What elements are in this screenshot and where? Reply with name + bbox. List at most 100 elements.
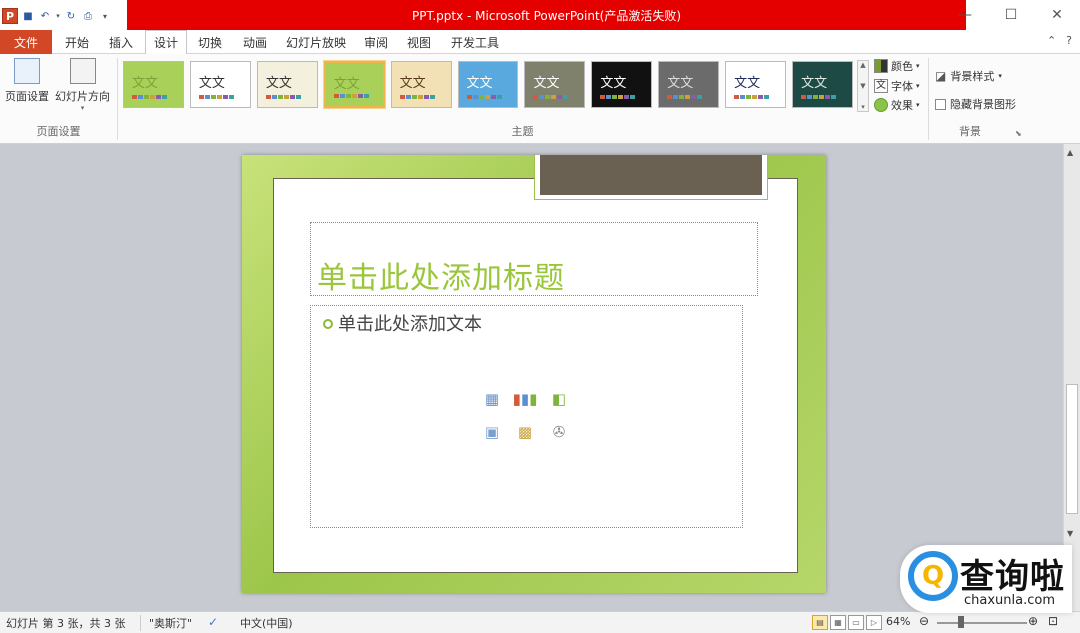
- hide-background-label: 隐藏背景图形: [950, 98, 1016, 111]
- tab-design[interactable]: 设计: [145, 30, 187, 55]
- theme-sample-text: 文文: [333, 77, 360, 92]
- theme-thumbnail-0[interactable]: 文文: [123, 61, 184, 108]
- scroll-down-icon[interactable]: ▼: [1067, 529, 1073, 538]
- hide-background-checkbox[interactable]: 隐藏背景图形: [935, 96, 1016, 112]
- ribbon-controls: ⌃ ?: [1047, 34, 1072, 47]
- media-icon[interactable]: ✇: [548, 421, 570, 443]
- zoom-slider[interactable]: [937, 622, 1027, 624]
- redo-icon[interactable]: ↻: [64, 9, 78, 23]
- tab-view[interactable]: 视图: [400, 30, 438, 54]
- minimize-icon[interactable]: —: [942, 0, 988, 30]
- zoom-in-icon[interactable]: ⊕: [1028, 614, 1038, 628]
- theme-thumbnail-10[interactable]: 文文: [792, 61, 853, 108]
- content-placeholder[interactable]: 单击此处添加文本 ▦ ▮ ▮ ▮ ◧ ▣ ▩ ✇: [310, 305, 743, 528]
- theme-color-strip: [466, 95, 502, 99]
- help-icon[interactable]: ?: [1066, 34, 1072, 47]
- powerpoint-logo-icon[interactable]: P: [2, 8, 18, 24]
- theme-effects-button[interactable]: 效果 ▾: [874, 97, 920, 113]
- status-bar: 幻灯片 第 3 张，共 3 张 "奥斯汀" ✓ 中文(中国) ▤ ▦ ▭ ▷ 6…: [0, 611, 1080, 633]
- theme-thumbnail-8[interactable]: 文文: [658, 61, 720, 108]
- bullet-icon: [323, 319, 333, 329]
- fonts-label: 字体: [891, 80, 913, 93]
- reading-view-icon[interactable]: ▭: [848, 615, 864, 630]
- background-styles-button[interactable]: ◪ 背景样式 ▾: [935, 68, 1002, 84]
- theme-thumbnail-9[interactable]: 文文: [725, 61, 787, 108]
- tab-file[interactable]: 文件: [0, 30, 52, 54]
- theme-thumbnail-5[interactable]: 文文: [457, 61, 519, 108]
- theme-thumbnail-7[interactable]: 文文: [591, 61, 653, 108]
- theme-thumbnail-3[interactable]: 文文: [323, 61, 385, 108]
- theme-color-strip: [132, 95, 167, 99]
- tab-insert[interactable]: 插入: [102, 30, 140, 54]
- theme-sample-text: 文文: [132, 76, 159, 91]
- theme-thumbnail-4[interactable]: 文文: [390, 61, 452, 108]
- checkbox-icon[interactable]: [935, 98, 946, 110]
- theme-color-strip: [265, 95, 301, 99]
- language-status[interactable]: 中文(中国): [240, 615, 293, 631]
- gallery-scroll[interactable]: ▲ ▼ ▾: [857, 60, 869, 112]
- theme-color-strip: [801, 95, 837, 99]
- slide-count-status: 幻灯片 第 3 张，共 3 张: [6, 617, 126, 630]
- theme-thumbnail-1[interactable]: 文文: [189, 61, 251, 108]
- theme-thumbnail-6[interactable]: 文文: [524, 61, 586, 108]
- scroll-up-icon[interactable]: ▲: [1067, 148, 1073, 157]
- tab-developer[interactable]: 开发工具: [444, 30, 506, 54]
- tab-slideshow[interactable]: 幻灯片放映: [282, 30, 350, 54]
- theme-color-strip: [198, 95, 234, 99]
- theme-sample-text: 文文: [198, 76, 225, 91]
- zoom-level[interactable]: 64%: [886, 615, 910, 628]
- scroll-thumb[interactable]: [1066, 384, 1078, 514]
- slide-orientation-button[interactable]: 幻灯片方向 ▾: [55, 58, 110, 112]
- chevron-down-icon: ▾: [80, 104, 85, 112]
- zoom-slider-thumb[interactable]: [958, 616, 964, 628]
- theme-sample-text: 文文: [667, 76, 694, 91]
- maximize-icon[interactable]: ☐: [988, 0, 1034, 30]
- page-setup-button[interactable]: 页面设置: [5, 58, 49, 104]
- colors-label: 颜色: [891, 60, 913, 73]
- gallery-more-icon[interactable]: ▾: [861, 103, 865, 111]
- clipart-icon[interactable]: ▩: [514, 421, 536, 443]
- tab-review[interactable]: 审阅: [357, 30, 395, 54]
- undo-icon[interactable]: ↶: [38, 9, 52, 23]
- spellcheck-icon[interactable]: ✓: [208, 615, 218, 629]
- watermark-text: 查询啦: [960, 557, 1065, 597]
- minimize-ribbon-icon[interactable]: ⌃: [1047, 34, 1056, 47]
- gallery-up-icon[interactable]: ▲: [860, 61, 865, 69]
- table-icon[interactable]: ▦: [481, 388, 503, 410]
- smartart-icon[interactable]: ◧: [548, 388, 570, 410]
- tab-transitions[interactable]: 切换: [190, 30, 230, 54]
- title-bar: P ■ ↶ ▾ ↻ ⎙ ▾ PPT.pptx - Microsoft Power…: [0, 0, 1080, 30]
- theme-fonts-button[interactable]: 文 字体 ▾: [874, 78, 920, 94]
- vertical-scrollbar[interactable]: ▲ ▼: [1063, 144, 1080, 611]
- chevron-down-icon: ▾: [998, 72, 1002, 80]
- print-preview-icon[interactable]: ⎙: [81, 9, 95, 23]
- slide-orientation-label: 幻灯片方向: [55, 90, 110, 103]
- customize-icon[interactable]: ▾: [98, 9, 112, 23]
- ribbon-design: 页面设置 幻灯片方向 ▾ 页面设置 文文 文文 文文 文文 文文 文文 文文 文文 文文 文文 文文…: [0, 54, 1080, 144]
- close-icon[interactable]: ✕: [1034, 0, 1080, 30]
- tab-home[interactable]: 开始: [58, 30, 96, 54]
- picture-icon[interactable]: ▣: [481, 421, 503, 443]
- zoom-out-icon[interactable]: ⊖: [919, 614, 929, 628]
- paint-bucket-icon: ◪: [935, 69, 947, 83]
- theme-sample-text: 文文: [466, 76, 493, 91]
- slide-sorter-icon[interactable]: ▦: [830, 615, 846, 630]
- fit-to-window-icon[interactable]: ⊡: [1048, 614, 1058, 628]
- tab-animations[interactable]: 动画: [235, 30, 275, 54]
- save-icon[interactable]: ■: [21, 9, 35, 23]
- dialog-launcher-icon[interactable]: ⬊: [1015, 129, 1022, 138]
- theme-color-strip: [333, 94, 369, 98]
- chart-icon[interactable]: ▮ ▮ ▮: [513, 388, 538, 410]
- theme-colors-button[interactable]: 颜色 ▾: [874, 58, 920, 74]
- ribbon-tabs: 文件 开始 插入 设计 切换 动画 幻灯片放映 审阅 视图 开发工具 ⌃ ?: [0, 30, 1080, 55]
- theme-thumbnail-2[interactable]: 文文: [256, 61, 318, 108]
- gallery-down-icon[interactable]: ▼: [860, 82, 865, 90]
- normal-view-icon[interactable]: ▤: [812, 615, 828, 630]
- theme-sample-text: 文文: [265, 76, 292, 91]
- theme-color-strip: [533, 95, 569, 99]
- theme-name-status[interactable]: "奥斯汀": [140, 615, 192, 631]
- slideshow-view-icon[interactable]: ▷: [866, 615, 882, 630]
- undo-dropdown-icon[interactable]: ▾: [55, 9, 61, 23]
- watermark-url: chaxunla.com: [964, 593, 1055, 608]
- title-placeholder[interactable]: 单击此处添加标题: [310, 222, 758, 296]
